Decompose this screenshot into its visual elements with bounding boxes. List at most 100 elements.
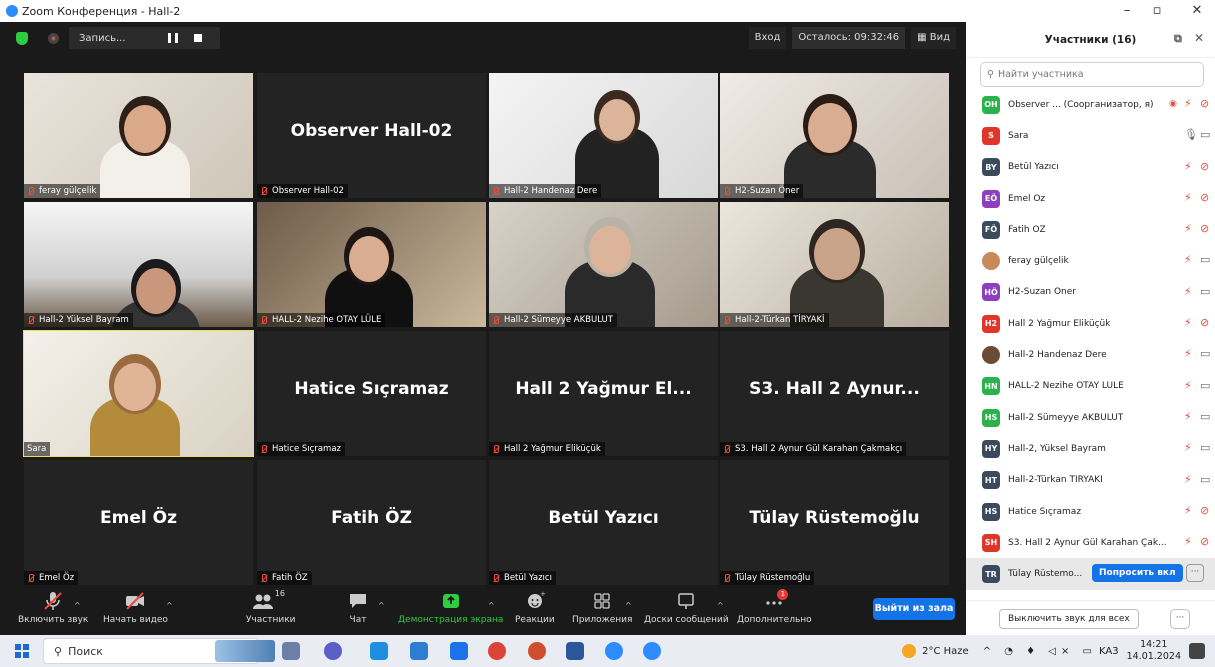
video-tile[interactable]: Fatih ÖZ Fatih ÖZ: [257, 460, 486, 585]
participant-row[interactable]: FÖ Fatih ÖZ ⚡ ⊘: [966, 214, 1215, 245]
muted-mic-icon: [260, 444, 268, 454]
svg-text:+: +: [540, 590, 546, 598]
apps-button[interactable]: Приложения: [572, 589, 632, 625]
participant-row[interactable]: HY Hall-2, Yüksel Bayram ⚡ ▭: [966, 433, 1215, 464]
participant-row[interactable]: Hall-2 Handenaz Dere ⚡ ▭: [966, 339, 1215, 370]
audio-options-caret[interactable]: ^: [74, 601, 81, 610]
word-icon[interactable]: [566, 642, 584, 660]
participant-search-input[interactable]: ⚲ Найти участника: [980, 62, 1204, 87]
video-tile[interactable]: Hatice Sıçramaz Hatice Sıçramaz: [257, 331, 486, 456]
participant-row[interactable]: HS Hall-2 Sümeyye AKBULUT ⚡ ▭: [966, 402, 1215, 433]
enter-button[interactable]: Вход: [748, 27, 787, 49]
mic-off-icon: ⚡: [1184, 190, 1192, 204]
participant-avatar: [982, 346, 1000, 365]
muted-mic-icon: [492, 444, 500, 454]
file-explorer-icon[interactable]: [370, 642, 388, 660]
video-tile[interactable]: feray gülçelik: [24, 73, 253, 198]
camera-off-icon: ⊘: [1200, 316, 1210, 330]
tile-name-text: Tülay Rüstemoğlu: [735, 573, 811, 583]
video-tile[interactable]: S3. Hall 2 Aynur... S3. Hall 2 Aynur Gül …: [720, 331, 949, 456]
minimize-icon[interactable]: –: [1112, 0, 1142, 22]
windows-start-icon[interactable]: [15, 644, 29, 658]
start-video-button[interactable]: Начать видео: [103, 589, 168, 625]
close-icon[interactable]: ✕: [1182, 0, 1212, 22]
participant-row[interactable]: HÖ H2-Suzan Öner ⚡ ▭: [966, 277, 1215, 308]
video-tile[interactable]: Sara: [23, 330, 254, 457]
muted-mic-icon: [492, 573, 500, 583]
whiteboards-options-caret[interactable]: ^: [717, 601, 724, 610]
tile-name-text: feray gülçelik: [39, 186, 97, 196]
reactions-button[interactable]: + Реакции: [515, 589, 555, 625]
participant-name: Hall-2, Yüksel Bayram: [1008, 443, 1106, 454]
security-shield-icon[interactable]: [16, 31, 28, 45]
video-tile[interactable]: H2-Suzan Öner: [720, 73, 949, 198]
tile-name-text: S3. Hall 2 Aynur Gül Karahan Çakmakçı: [735, 444, 903, 454]
window-titlebar: Zoom Конференция - Hall-2 – ▫ ✕: [0, 0, 1215, 22]
participant-row[interactable]: HS Hatice Sıçramaz ⚡ ⊘: [966, 496, 1215, 527]
participant-row[interactable]: OH Observer ... (Соорганизатор, я) ◉ ⚡ ⊘: [966, 89, 1215, 120]
panel-more-button[interactable]: ···: [1170, 609, 1190, 629]
chrome-profile-icon[interactable]: [528, 642, 546, 660]
participants-list: OH Observer ... (Соорганизатор, я) ◉ ⚡ ⊘ S Sar…: [966, 89, 1215, 590]
teams-icon[interactable]: [324, 642, 342, 660]
language-indicator[interactable]: KA3: [1099, 646, 1119, 657]
tile-name-tag: Hall-2 Handenaz Dere: [489, 184, 602, 198]
share-screen-label: Демонстрация экрана: [398, 615, 504, 625]
notifications-icon[interactable]: [1189, 643, 1205, 659]
video-tile[interactable]: Emel Öz Emel Öz: [24, 460, 253, 585]
video-tile[interactable]: Hall-2 Yüksel Bayram: [24, 202, 253, 327]
tile-name-tag: H2-Suzan Öner: [720, 184, 804, 198]
participant-row[interactable]: SH S3. Hall 2 Aynur Gül Karahan Çak... ⚡ ⊘: [966, 527, 1215, 558]
participant-row[interactable]: TR Tülay Rüstemo... Попросить вкл ···: [966, 558, 1215, 590]
apps-options-caret[interactable]: ^: [625, 601, 632, 610]
participant-row[interactable]: S Sara 🎙 ▭: [966, 120, 1215, 151]
mic-off-icon: ⚡: [1184, 378, 1192, 392]
video-tile[interactable]: Hall-2-Türkan TİRYAKİ: [720, 202, 949, 327]
more-button[interactable]: 1 Дополнительно: [737, 589, 812, 625]
video-tile[interactable]: Hall 2 Yağmur El... Hall 2 Yağmur Eliküçü…: [489, 331, 718, 456]
muted-mic-icon: [27, 315, 35, 325]
video-options-caret[interactable]: ^: [166, 601, 173, 610]
video-tile[interactable]: Tülay Rüstemoğlu Tülay Rüstemoğlu: [720, 460, 949, 585]
zoom-logo-icon: [6, 5, 18, 17]
chat-options-caret[interactable]: ^: [378, 601, 385, 610]
tile-display-name: S3. Hall 2 Aynur...: [749, 379, 920, 399]
participant-avatar: EÖ: [982, 189, 1000, 208]
zoom-meeting-taskbar-icon[interactable]: [643, 642, 661, 660]
zoom-taskbar-icon[interactable]: [605, 642, 623, 660]
view-button[interactable]: ▦ Вид: [911, 27, 956, 49]
participants-button[interactable]: 16 Участники: [246, 589, 296, 625]
mail-icon[interactable]: [450, 642, 468, 660]
chat-button[interactable]: Чат: [346, 589, 370, 625]
participant-row[interactable]: feray gülçelik ⚡ ▭: [966, 245, 1215, 276]
video-tile[interactable]: Hall-2 Sümeyye AKBULUT: [489, 202, 718, 327]
chrome-icon[interactable]: [488, 642, 506, 660]
share-options-caret[interactable]: ^: [488, 601, 495, 610]
video-tile[interactable]: Hall-2 Handenaz Dere: [489, 73, 718, 198]
whiteboard-icon: [674, 589, 698, 613]
participant-row[interactable]: HN HALL-2 Nezihe OTAY LÜLE ⚡ ▭: [966, 371, 1215, 402]
participant-row[interactable]: HT Hall-2-Türkan TİRYAKİ ⚡ ▭: [966, 465, 1215, 496]
pause-recording-icon[interactable]: [167, 33, 178, 43]
restore-icon[interactable]: ▫: [1142, 0, 1172, 22]
participant-row[interactable]: H2 Hall 2 Yağmur Eliküçük ⚡ ⊘: [966, 308, 1215, 339]
participant-initials: FÖ: [984, 225, 998, 235]
participant-name: feray gülçelik: [1008, 256, 1069, 267]
tray-icons[interactable]: ^ ◔ ♦ ◁× ▭: [983, 646, 1097, 657]
leave-room-button[interactable]: Выйти из зала: [873, 598, 955, 620]
participant-row[interactable]: EÖ Emel Öz ⚡ ⊘: [966, 183, 1215, 214]
person-face: [114, 363, 156, 411]
task-view-icon[interactable]: [282, 642, 300, 660]
participant-more-button[interactable]: ···: [1186, 564, 1204, 583]
pop-out-icon[interactable]: ⧉: [1174, 32, 1182, 46]
video-tile[interactable]: Betül Yazıcı Betül Yazıcı: [489, 460, 718, 585]
video-tile[interactable]: HALL-2 Nezihe OTAY LÜLE: [257, 202, 486, 327]
participant-row[interactable]: BY Betül Yazıcı ⚡ ⊘: [966, 152, 1215, 183]
ask-to-unmute-button[interactable]: Попросить вкл: [1092, 564, 1183, 583]
stop-recording-icon[interactable]: [193, 34, 202, 42]
video-tile[interactable]: Observer Hall-02 Observer Hall-02: [257, 73, 486, 198]
close-panel-icon[interactable]: ✕: [1194, 31, 1204, 45]
system-clock[interactable]: 14:21 14.01.2024: [1127, 639, 1181, 663]
mute-all-button[interactable]: Выключить звук для всех: [999, 609, 1139, 629]
store-icon[interactable]: [410, 642, 428, 660]
